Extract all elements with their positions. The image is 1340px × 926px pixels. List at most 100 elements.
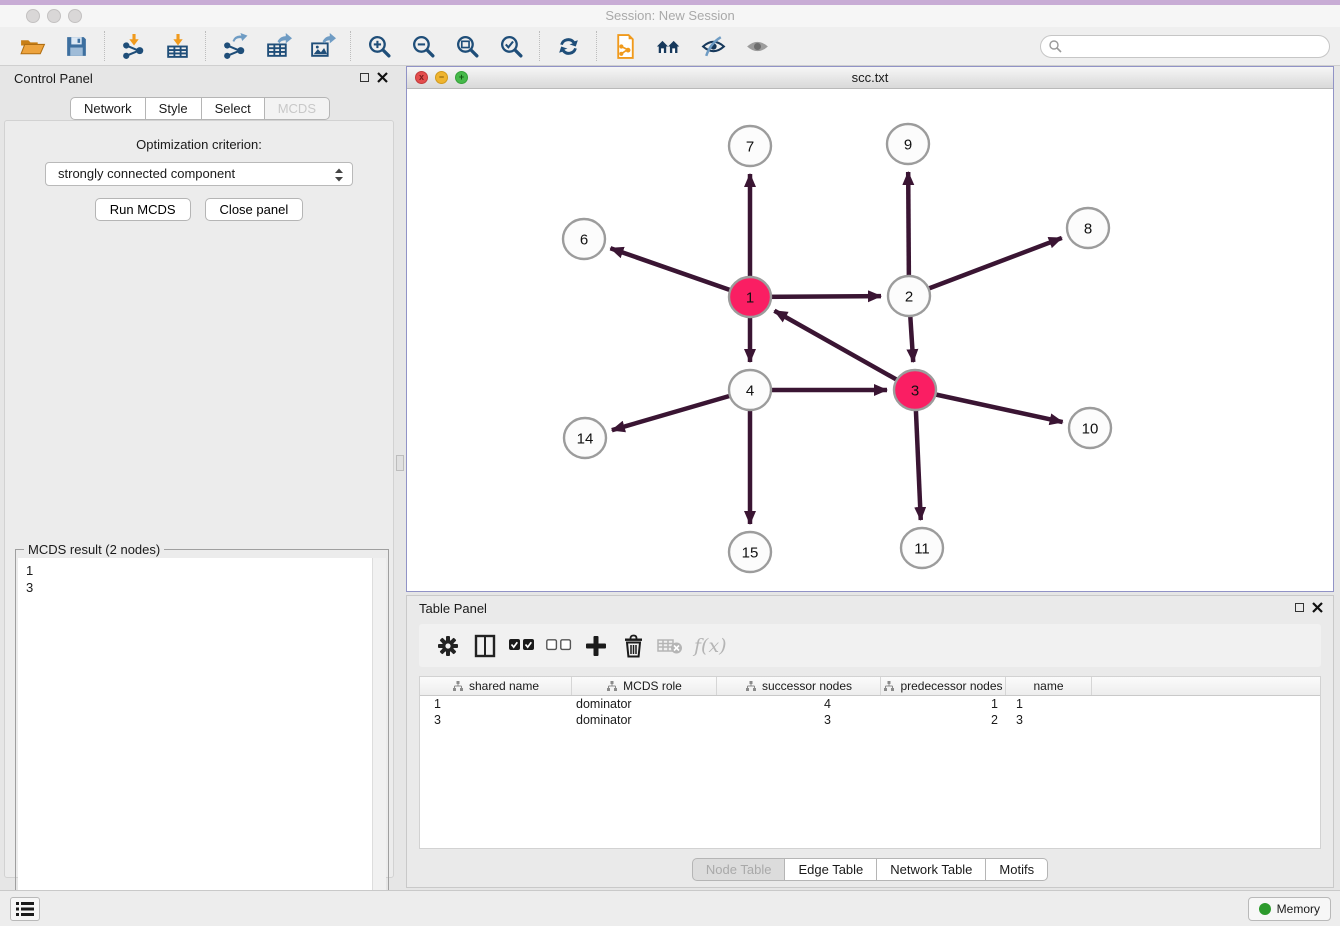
tree-icon xyxy=(883,680,895,692)
tree-icon xyxy=(745,680,757,692)
close-panel-button[interactable]: Close panel xyxy=(205,198,304,221)
tab-select[interactable]: Select xyxy=(201,97,265,120)
zoom-in-icon[interactable] xyxy=(365,32,393,60)
optimization-criterion-label: Optimization criterion: xyxy=(5,137,393,152)
hide-selected-eye-slash-icon[interactable] xyxy=(699,32,727,60)
import-table-icon[interactable] xyxy=(163,32,191,60)
column-label: name xyxy=(1033,679,1063,693)
tab-motifs[interactable]: Motifs xyxy=(985,858,1048,881)
graph-node-8[interactable]: 8 xyxy=(1067,208,1109,248)
cell-shared-name: 1 xyxy=(420,696,572,712)
graph-node-14[interactable]: 14 xyxy=(564,418,606,458)
column-header-predecessor-nodes[interactable]: predecessor nodes xyxy=(881,677,1006,695)
run-mcds-button[interactable]: Run MCDS xyxy=(95,198,191,221)
table-panel-tabs: Node TableEdge TableNetwork TableMotifs xyxy=(407,858,1333,881)
graph-node-6[interactable]: 6 xyxy=(563,219,605,259)
column-header-shared-name[interactable]: shared name xyxy=(420,677,572,695)
svg-text:1: 1 xyxy=(746,290,754,307)
column-header-name[interactable]: name xyxy=(1006,677,1092,695)
column-header-mcds-role[interactable]: MCDS role xyxy=(572,677,717,695)
float-panel-icon[interactable] xyxy=(1295,603,1304,612)
network-title: scc.txt xyxy=(407,67,1333,88)
cell-successor-nodes: 3 xyxy=(717,712,881,728)
toolbar-separator xyxy=(596,31,597,61)
table-settings-gear-icon[interactable] xyxy=(433,632,463,660)
application-window: Session: New Session xyxy=(0,0,1340,926)
close-network-icon[interactable]: x xyxy=(415,71,428,84)
delete-columns-trash-icon[interactable] xyxy=(618,632,648,660)
tab-network[interactable]: Network xyxy=(70,97,146,120)
table-row[interactable]: 1dominator411 xyxy=(420,696,1320,712)
show-all-eye-icon[interactable] xyxy=(743,32,771,60)
graph-node-10[interactable]: 10 xyxy=(1069,408,1111,448)
float-panel-icon[interactable] xyxy=(360,73,369,82)
task-history-button[interactable] xyxy=(10,897,40,921)
control-panel-tabs: NetworkStyleSelectMCDS xyxy=(2,97,398,120)
node-table: shared name MCDS role successor nodes prede… xyxy=(419,676,1321,849)
select-all-columns-icon[interactable] xyxy=(507,632,537,660)
zoom-fit-icon[interactable] xyxy=(453,32,481,60)
export-table-icon[interactable] xyxy=(264,32,292,60)
function-builder-fx-icon[interactable]: f(x) xyxy=(694,635,727,657)
first-neighbors-icon[interactable] xyxy=(655,32,683,60)
tab-style[interactable]: Style xyxy=(145,97,202,120)
svg-text:15: 15 xyxy=(742,545,759,562)
edge-2-8[interactable] xyxy=(909,238,1062,296)
graph-node-11[interactable]: 11 xyxy=(901,528,943,568)
search-field xyxy=(1040,35,1330,58)
network-window-titlebar[interactable]: x − + scc.txt xyxy=(407,67,1333,89)
graph-node-3[interactable]: 3 xyxy=(894,370,936,410)
network-canvas[interactable]: 7 9 6 8 1 2 4 3 14 10 15 11 xyxy=(407,89,1333,591)
split-handle-vertical[interactable] xyxy=(396,455,404,471)
tab-node-table[interactable]: Node Table xyxy=(692,858,786,881)
export-image-icon[interactable] xyxy=(308,32,336,60)
column-header-successor-nodes[interactable]: successor nodes xyxy=(717,677,881,695)
create-column-plus-icon[interactable] xyxy=(581,632,611,660)
delete-table-icon[interactable] xyxy=(655,632,685,660)
tab-mcds[interactable]: MCDS xyxy=(264,97,330,120)
toolbar-separator xyxy=(205,31,206,61)
column-label: predecessor nodes xyxy=(900,679,1002,693)
tab-edge-table[interactable]: Edge Table xyxy=(784,858,877,881)
edge-3-10[interactable] xyxy=(915,390,1063,422)
import-network-icon[interactable] xyxy=(119,32,147,60)
edge-3-1[interactable] xyxy=(774,311,915,390)
column-label: MCDS role xyxy=(623,679,682,693)
open-session-icon[interactable] xyxy=(18,32,46,60)
graph-node-4[interactable]: 4 xyxy=(729,370,771,410)
criterion-select[interactable]: strongly connected component xyxy=(45,162,353,186)
mcds-result-area[interactable]: 1 3 xyxy=(18,558,386,924)
refresh-icon[interactable] xyxy=(554,32,582,60)
close-panel-icon[interactable] xyxy=(1312,602,1323,613)
graph-node-9[interactable]: 9 xyxy=(887,124,929,164)
zoom-selected-icon[interactable] xyxy=(497,32,525,60)
maximize-network-icon[interactable]: + xyxy=(455,71,468,84)
save-session-icon[interactable] xyxy=(62,32,90,60)
close-panel-icon[interactable] xyxy=(377,72,388,83)
graph-node-2[interactable]: 2 xyxy=(888,276,930,316)
tab-network-table[interactable]: Network Table xyxy=(876,858,986,881)
result-scrollbar[interactable] xyxy=(372,558,386,924)
memory-button[interactable]: Memory xyxy=(1248,897,1331,921)
criterion-value: strongly connected component xyxy=(58,166,235,181)
minimize-network-icon[interactable]: − xyxy=(435,71,448,84)
search-input[interactable] xyxy=(1040,35,1330,58)
network-view-window: x − + scc.txt 7 9 6 8 1 2 4 3 14 10 15 11 xyxy=(406,66,1334,592)
cell-predecessor-nodes: 2 xyxy=(881,712,1006,728)
unselect-all-columns-icon[interactable] xyxy=(544,632,574,660)
edge-1-6[interactable] xyxy=(610,248,750,297)
mcds-result-text: 1 3 xyxy=(26,562,366,920)
svg-text:14: 14 xyxy=(577,431,594,448)
graph-node-15[interactable]: 15 xyxy=(729,532,771,572)
svg-text:11: 11 xyxy=(914,541,930,558)
svg-text:9: 9 xyxy=(904,137,912,154)
export-network-icon[interactable] xyxy=(220,32,248,60)
zoom-out-icon[interactable] xyxy=(409,32,437,60)
graph-node-1[interactable]: 1 xyxy=(729,277,771,317)
show-columns-icon[interactable] xyxy=(470,632,500,660)
graph-node-7[interactable]: 7 xyxy=(729,126,771,166)
table-panel: Table Panel xyxy=(406,595,1334,888)
cell-predecessor-nodes: 1 xyxy=(881,696,1006,712)
network-from-selection-icon[interactable] xyxy=(611,32,639,60)
table-row[interactable]: 3dominator323 xyxy=(420,712,1320,728)
